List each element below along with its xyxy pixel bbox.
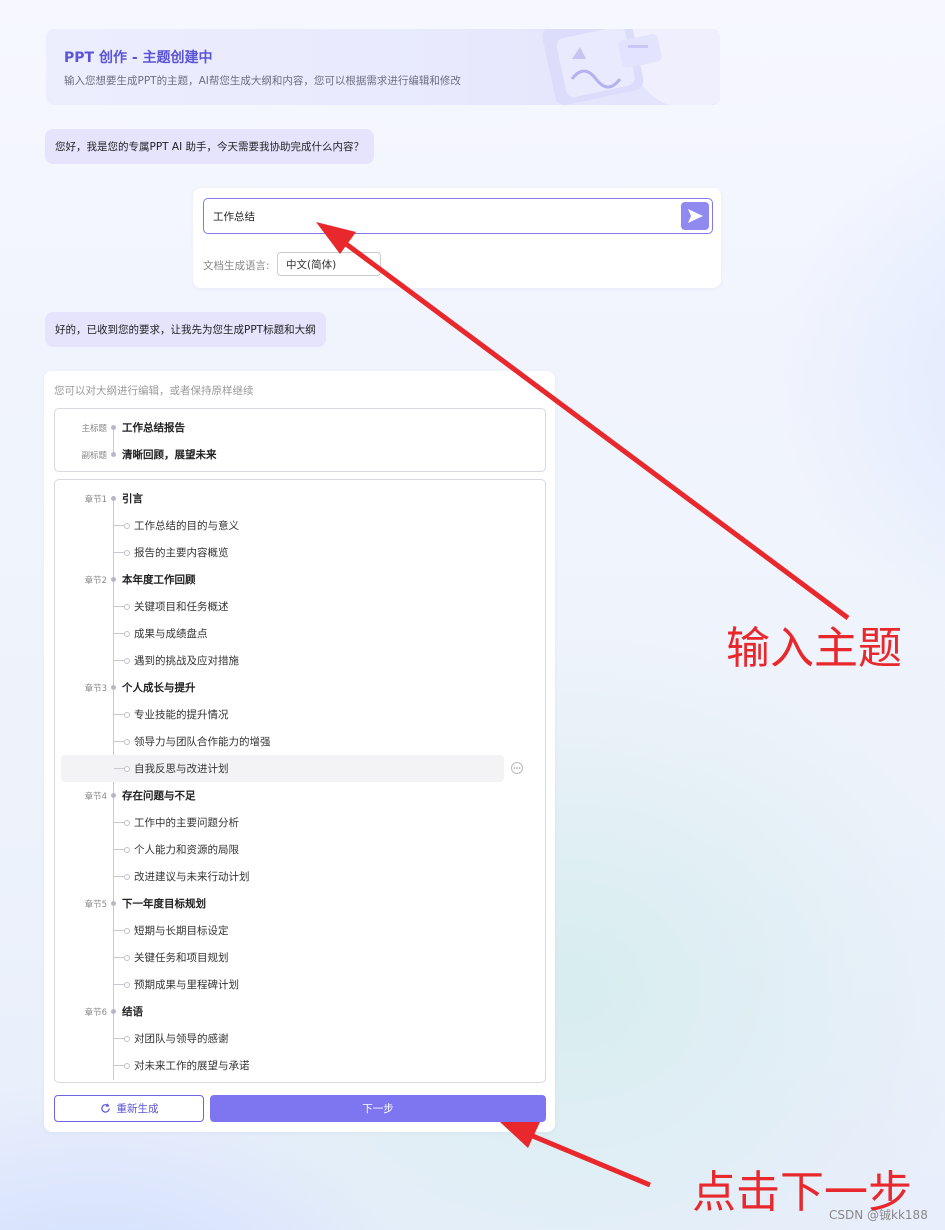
annotation-input-topic: 输入主题 (726, 623, 902, 674)
watermark: CSDN @铖kk188 (829, 1208, 928, 1222)
arrow-to-next (515, 1126, 651, 1188)
arrowhead-next (500, 1122, 540, 1148)
arrow-to-input (328, 229, 850, 621)
